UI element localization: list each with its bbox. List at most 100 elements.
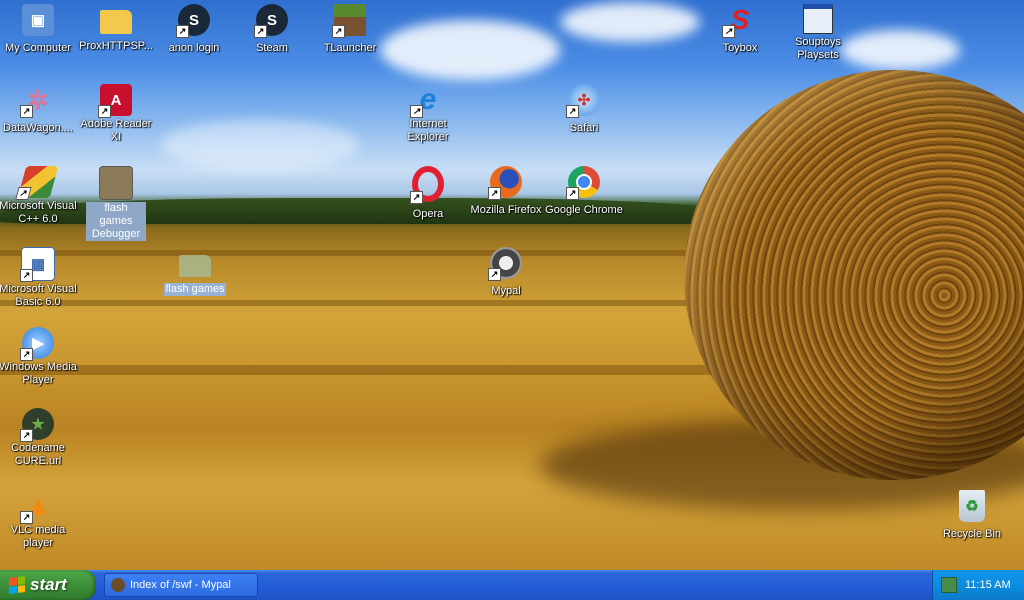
minecraft-grass-block-icon: ↗ [332, 4, 366, 38]
desktop-icon-my-computer[interactable]: ▣ My Computer [0, 4, 78, 56]
steam-icon: S ↗ [254, 4, 288, 38]
desktop-icon-firefox[interactable]: ↗ Mozilla Firefox [466, 166, 546, 218]
clock[interactable]: 11:15 AM [965, 579, 1011, 591]
shortcut-arrow-icon: ↗ [15, 187, 32, 200]
start-button[interactable]: start [0, 570, 96, 600]
desktop-icon-internet-explorer[interactable]: e ↗ Internet Explorer [388, 83, 468, 145]
desktop-icon-safari[interactable]: ✣ ↗ Safari [544, 84, 624, 136]
desktop-icon-wmp[interactable]: ▶ ↗ Windows Media Player [0, 327, 78, 388]
visual-basic-icon: ▦ ↗ [20, 247, 55, 282]
desktop-icon-codename-cure[interactable]: ★ ↗ Codename CURE.url [0, 408, 78, 469]
shortcut-arrow-icon: ↗ [410, 105, 423, 118]
taskbar-button-label: Index of /swf - Mypal [130, 579, 231, 591]
toybox-s-logo-icon: S ↗ [722, 4, 756, 38]
icon-label: Recycle Bin [942, 528, 1002, 540]
windows-logo-icon [9, 576, 25, 594]
desktop-icon-anon-login[interactable]: S ↗ anon login [154, 4, 234, 56]
internet-explorer-icon: e ↗ [410, 83, 444, 118]
shortcut-arrow-icon: ↗ [410, 191, 423, 204]
desktop-icon-tlauncher[interactable]: ↗ TLauncher [310, 4, 390, 56]
cloud [840, 30, 960, 70]
desktop-icon-chrome[interactable]: ↗ Google Chrome [544, 166, 624, 218]
folder-icon [99, 166, 133, 200]
visual-cpp-icon: ↗ [15, 166, 59, 200]
desktop-icon-flash-games[interactable]: flash games [155, 247, 235, 297]
icon-label: Microsoft Visual C++ 6.0 [0, 200, 77, 225]
desktop-icon-msvc[interactable]: ↗ Microsoft Visual C++ 6.0 [0, 166, 78, 227]
desktop-icon-datawagon[interactable]: ✲ ↗ DataWagon.... [0, 84, 78, 136]
icon-label: My Computer [4, 42, 72, 54]
shortcut-arrow-icon: ↗ [254, 25, 267, 38]
shortcut-arrow-icon: ↗ [488, 268, 501, 281]
recycle-bin-icon: ♻ [959, 490, 985, 522]
firefox-icon: ↗ [488, 166, 522, 200]
shortcut-arrow-icon: ↗ [20, 269, 33, 282]
desktop-icon-mypal[interactable]: ↗ Mypal [466, 247, 546, 299]
folder-icon [179, 255, 211, 277]
shortcut-arrow-icon: ↗ [566, 187, 579, 200]
icon-label: Adobe Reader XI [80, 118, 152, 143]
icon-label: Opera [412, 208, 444, 220]
desktop-icon-msvb[interactable]: ▦ ↗ Microsoft Visual Basic 6.0 [0, 247, 78, 310]
safari-compass-icon: ✣ ↗ [566, 84, 600, 118]
icon-label: VLC media player [10, 524, 66, 549]
cloud [160, 120, 360, 170]
desktop-icon-souptoys[interactable]: Souptoys Playsets [778, 4, 858, 63]
icon-label: Google Chrome [545, 204, 623, 216]
icon-label: flash games Debugger [86, 202, 146, 241]
system-tray: 11:15 AM [932, 570, 1024, 600]
shortcut-arrow-icon: ↗ [722, 25, 735, 38]
shortcut-arrow-icon: ↗ [20, 105, 33, 118]
shortcut-arrow-icon: ↗ [176, 25, 189, 38]
window-app-icon [803, 4, 833, 34]
icon-label: Windows Media Player [0, 361, 77, 386]
icon-label: Souptoys Playsets [795, 36, 841, 61]
icon-label: Codename CURE.url [11, 442, 65, 467]
shortcut-arrow-icon: ↗ [566, 105, 579, 118]
shortcut-arrow-icon: ↗ [488, 187, 501, 200]
icon-label: Steam [256, 42, 288, 54]
icon-label: Mypal [491, 285, 521, 297]
shortcut-arrow-icon: ↗ [20, 348, 33, 361]
vlc-cone-icon: ▲ ↗ [20, 490, 54, 524]
desktop-icon-steam[interactable]: S ↗ Steam [232, 4, 312, 56]
icon-label: Toybox [722, 42, 758, 54]
mypal-raccoon-icon [111, 578, 125, 592]
taskbar: start Index of /swf - Mypal 11:15 AM [0, 570, 1024, 600]
icon-label: ProxHTTPSP... [79, 40, 153, 52]
datawagon-icon: ✲ ↗ [20, 84, 54, 118]
steam-icon: S ↗ [176, 4, 210, 38]
desktop[interactable]: ▣ My Computer ProxHTTPSP... S ↗ anon logi… [0, 0, 1024, 570]
icon-label: flash games [164, 283, 226, 296]
cloud [560, 2, 700, 42]
folder-icon [100, 10, 132, 34]
desktop-icon-toybox[interactable]: S ↗ Toybox [700, 4, 780, 56]
shortcut-arrow-icon: ↗ [332, 25, 345, 38]
taskbar-button-mypal[interactable]: Index of /swf - Mypal [104, 573, 258, 597]
icon-label: TLauncher [323, 42, 377, 54]
icon-label: Safari [569, 122, 599, 134]
start-label: start [30, 575, 67, 594]
icon-label: Microsoft Visual Basic 6.0 [0, 283, 77, 308]
icon-label: Internet Explorer [407, 118, 449, 143]
computer-icon: ▣ [22, 4, 54, 36]
cloud [380, 20, 560, 80]
shortcut-arrow-icon: ↗ [20, 511, 33, 524]
chrome-icon: ↗ [566, 166, 600, 200]
desktop-icon-flash-debugger[interactable]: flash games Debugger [76, 166, 156, 242]
mypal-raccoon-icon: ↗ [488, 247, 522, 281]
icon-label: Mozilla Firefox [470, 204, 542, 216]
codename-cure-icon: ★ ↗ [20, 408, 54, 442]
haybale [684, 70, 1024, 480]
adobe-reader-icon: A ↗ [98, 84, 132, 118]
network-icon[interactable] [941, 577, 957, 593]
desktop-icon-vlc[interactable]: ▲ ↗ VLC media player [0, 490, 78, 551]
desktop-icon-proxhttpsp[interactable]: ProxHTTPSP... [76, 4, 156, 54]
desktop-icon-recycle-bin[interactable]: ♻ Recycle Bin [932, 490, 1012, 542]
shortcut-arrow-icon: ↗ [98, 105, 111, 118]
opera-icon: ↗ [410, 166, 444, 204]
desktop-icon-adobe-reader[interactable]: A ↗ Adobe Reader XI [76, 84, 156, 145]
windows-media-player-icon: ▶ ↗ [20, 327, 54, 361]
icon-label: DataWagon.... [3, 122, 73, 134]
desktop-icon-opera[interactable]: ↗ Opera [388, 166, 468, 222]
